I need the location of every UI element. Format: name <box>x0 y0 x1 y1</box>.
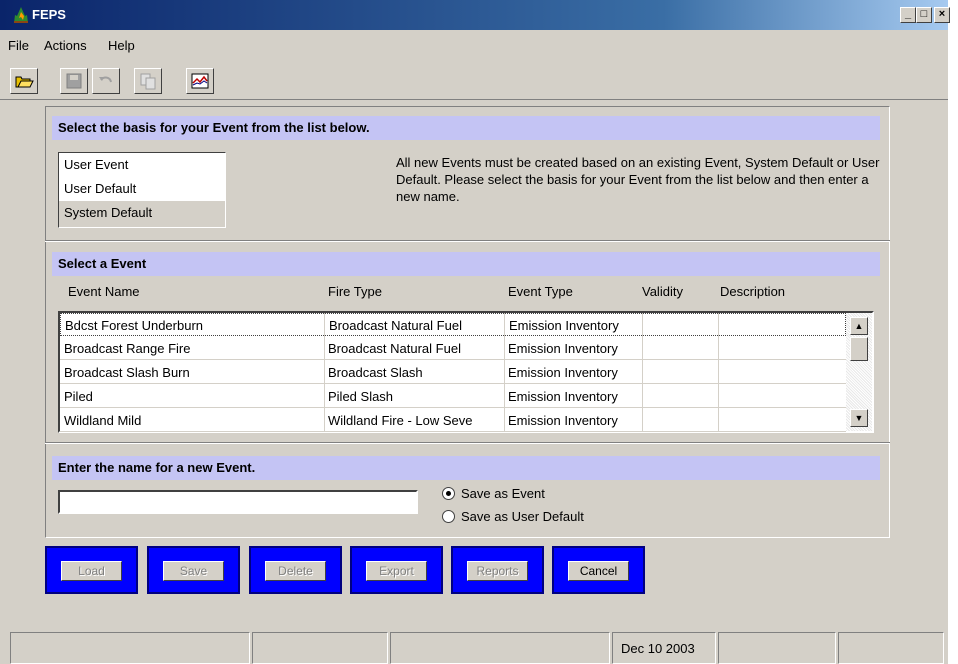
export-button[interactable]: Export <box>366 561 427 581</box>
save-as-user-default-label: Save as User Default <box>461 509 584 524</box>
chart-icon <box>191 73 209 89</box>
cell-fire-type: Wildland Fire - Low Seve <box>328 413 473 428</box>
scroll-thumb[interactable] <box>850 337 868 361</box>
table-row[interactable]: Broadcast Slash Burn Broadcast Slash Emi… <box>60 361 846 384</box>
menu-file[interactable]: File <box>8 38 29 53</box>
window-title: FEPS <box>32 7 66 22</box>
cell-event-type: Emission Inventory <box>508 389 618 404</box>
new-event-section-header: Enter the name for a new Event. <box>52 456 880 480</box>
open-button[interactable] <box>10 68 38 94</box>
column-header-event-name[interactable]: Event Name <box>68 284 140 299</box>
load-button[interactable]: Load <box>61 561 122 581</box>
scroll-up-arrow-icon[interactable]: ▲ <box>850 317 868 335</box>
maximize-button[interactable]: □ <box>916 7 932 23</box>
status-cell <box>10 632 250 664</box>
events-grid[interactable]: Bdcst Forest Underburn Broadcast Natural… <box>58 311 874 433</box>
delete-button-frame: Delete <box>249 546 342 594</box>
fire-app-icon <box>14 7 28 23</box>
undo-toolbar-button[interactable] <box>92 68 120 94</box>
table-row[interactable]: Broadcast Range Fire Broadcast Natural F… <box>60 337 846 360</box>
title-bar: FEPS _ □ × <box>0 0 950 30</box>
cell-fire-type: Broadcast Slash <box>328 365 423 380</box>
cell-event-type: Emission Inventory <box>508 365 618 380</box>
status-date: Dec 10 2003 <box>612 632 716 664</box>
radio-checked-icon[interactable] <box>442 487 455 500</box>
save-as-user-default-radio[interactable]: Save as User Default <box>442 509 584 524</box>
basis-item-user-default[interactable]: User Default <box>59 177 225 201</box>
cell-event-name: Bdcst Forest Underburn <box>65 318 204 333</box>
status-cell <box>390 632 610 664</box>
basis-item-user-event[interactable]: User Event <box>59 153 225 177</box>
reports-button-frame: Reports <box>451 546 544 594</box>
status-cell <box>838 632 944 664</box>
cell-event-name: Broadcast Range Fire <box>64 341 191 356</box>
table-row[interactable]: Wildland Mild Wildland Fire - Low Seve E… <box>60 409 846 432</box>
copy-toolbar-button[interactable] <box>134 68 162 94</box>
save-icon <box>66 73 82 89</box>
close-button[interactable]: × <box>934 7 950 23</box>
open-folder-icon <box>15 76 34 88</box>
status-cell <box>252 632 388 664</box>
save-button-frame: Save <box>147 546 240 594</box>
basis-section-header: Select the basis for your Event from the… <box>52 116 880 140</box>
load-button-frame: Load <box>45 546 138 594</box>
divider <box>45 442 890 444</box>
undo-icon <box>99 76 112 83</box>
column-header-fire-type[interactable]: Fire Type <box>328 284 382 299</box>
save-as-event-radio[interactable]: Save as Event <box>442 486 545 501</box>
new-event-name-input[interactable] <box>58 490 418 514</box>
basis-listbox[interactable]: User Event User Default System Default <box>58 152 226 228</box>
cancel-button[interactable]: Cancel <box>568 561 629 581</box>
delete-button[interactable]: Delete <box>265 561 326 581</box>
cancel-button-frame: Cancel <box>552 546 645 594</box>
scroll-down-arrow-icon[interactable]: ▼ <box>850 409 868 427</box>
save-as-event-label: Save as Event <box>461 486 545 501</box>
chart-toolbar-button[interactable] <box>186 68 214 94</box>
reports-button[interactable]: Reports <box>467 561 528 581</box>
status-cell <box>718 632 836 664</box>
events-scrollbar[interactable]: ▲ ▼ <box>846 313 872 431</box>
cell-event-name: Piled <box>64 389 93 404</box>
export-button-frame: Export <box>350 546 443 594</box>
cell-event-type: Emission Inventory <box>508 341 618 356</box>
menu-bar: File Actions Help <box>0 30 948 60</box>
copy-icon <box>140 73 156 90</box>
events-section-header: Select a Event <box>52 252 880 276</box>
cell-event-name: Wildland Mild <box>64 413 142 428</box>
cell-fire-type: Broadcast Natural Fuel <box>328 341 461 356</box>
basis-item-system-default[interactable]: System Default <box>59 201 225 225</box>
table-row[interactable]: Piled Piled Slash Emission Inventory <box>60 385 846 408</box>
minimize-button[interactable]: _ <box>900 7 916 23</box>
radio-unchecked-icon[interactable] <box>442 510 455 523</box>
menu-help[interactable]: Help <box>108 38 135 53</box>
status-bar: Dec 10 2003 <box>0 632 948 664</box>
app-window: FEPS _ □ × File Actions Help Select the … <box>0 0 950 664</box>
cell-event-type: Emission Inventory <box>508 413 618 428</box>
cell-event-type: Emission Inventory <box>509 318 619 333</box>
toolbar <box>0 62 948 100</box>
table-row[interactable]: Bdcst Forest Underburn Broadcast Natural… <box>60 313 846 336</box>
cell-event-name: Broadcast Slash Burn <box>64 365 190 380</box>
divider <box>45 240 890 242</box>
menu-actions[interactable]: Actions <box>44 38 87 53</box>
basis-description: All new Events must be created based on … <box>396 155 880 204</box>
save-toolbar-button[interactable] <box>60 68 88 94</box>
cell-fire-type: Piled Slash <box>328 389 394 404</box>
save-button[interactable]: Save <box>163 561 224 581</box>
column-header-validity[interactable]: Validity <box>642 284 683 299</box>
column-header-description[interactable]: Description <box>720 284 785 299</box>
cell-fire-type: Broadcast Natural Fuel <box>329 318 462 333</box>
column-header-event-type[interactable]: Event Type <box>508 284 573 299</box>
